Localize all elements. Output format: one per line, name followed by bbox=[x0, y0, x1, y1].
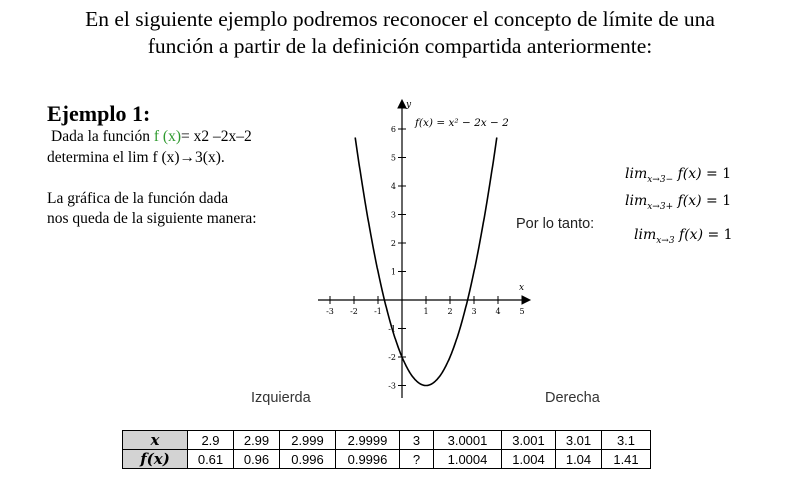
x-row-header: x bbox=[122, 430, 188, 450]
y-tick-label: -2 bbox=[388, 353, 396, 362]
y-axis-arrow bbox=[397, 98, 407, 109]
x-value-cell: 3.0001 bbox=[433, 430, 502, 450]
values-table: x 2.9 2.99 2.999 2.9999 3 3.0001 3.001 3.01 3.1 … bbox=[122, 430, 651, 469]
x-tick-label: 3 bbox=[471, 307, 476, 316]
f-value-cell: 0.9996 bbox=[335, 449, 400, 469]
y-tick-label: -3 bbox=[388, 382, 396, 391]
lim-subscript: x→3− bbox=[647, 174, 674, 185]
two-sided-limit-expression: limx→3 f(x) = 1 bbox=[634, 226, 733, 250]
lim-subscript: x→3+ bbox=[647, 201, 674, 212]
x-tick-label: 4 bbox=[495, 307, 500, 316]
lim-subscript: x→3 bbox=[656, 235, 675, 246]
f-value-cell: 1.41 bbox=[601, 449, 651, 469]
y-axis-label: y bbox=[405, 100, 412, 110]
conclusion-label: Por lo tanto: bbox=[516, 216, 595, 232]
lim-equals: = 1 bbox=[701, 166, 732, 182]
x-axis-label: x bbox=[519, 283, 524, 293]
left-side-label: Izquierda bbox=[251, 390, 311, 406]
x-tick-label: 1 bbox=[423, 307, 428, 316]
function-label: f(x) = x² − 2x − 2 bbox=[414, 117, 509, 129]
lim-function: f(x) bbox=[679, 227, 704, 243]
f-values-row: f(x) 0.61 0.96 0.996 0.9996? 1.0004 1.004 1.04… bbox=[122, 449, 651, 469]
lim-word: lim bbox=[625, 166, 648, 182]
f-value-cell: 0.96 bbox=[233, 449, 280, 469]
x-values-row: x 2.9 2.99 2.999 2.9999 3 3.0001 3.001 3.01 3.1 bbox=[122, 430, 651, 450]
y-tick-label: 3 bbox=[391, 211, 396, 220]
function-graph: -3 -2 -1 1 2 3 4 5654321-1-2-3 f(x) = x² − 2x −… bbox=[318, 98, 532, 398]
lim-equals: = 1 bbox=[703, 227, 733, 243]
x-tick-label: 2 bbox=[447, 307, 452, 316]
x-value-cell: 3.1 bbox=[601, 430, 651, 450]
y-tick-label: 5 bbox=[391, 154, 396, 163]
x-value-cell: 3.01 bbox=[555, 430, 602, 450]
f-value-cell: 1.004 bbox=[501, 449, 556, 469]
lim-function: f(x) bbox=[677, 166, 702, 182]
lim-word: lim bbox=[625, 193, 648, 209]
f-value-cell: 0.996 bbox=[279, 449, 336, 469]
right-limit-expression: limx→3+ f(x) = 1 bbox=[625, 192, 731, 216]
lim-word: lim bbox=[634, 227, 657, 243]
x-value-cell: 2.99 bbox=[233, 430, 280, 450]
x-value-cell: 3 bbox=[399, 430, 434, 450]
y-tick-label: 4 bbox=[391, 182, 396, 191]
lim-function: f(x) bbox=[677, 193, 702, 209]
f-row-header: f(x) bbox=[122, 449, 188, 469]
f-value-cell: ? bbox=[399, 449, 434, 469]
y-tick-label: 6 bbox=[391, 125, 396, 134]
f-value-cell: 1.0004 bbox=[433, 449, 502, 469]
x-value-cell: 3.001 bbox=[501, 430, 556, 450]
x-axis-arrow bbox=[521, 295, 532, 305]
x-tick-label: -1 bbox=[374, 307, 382, 316]
x-tick-label: 5 bbox=[519, 307, 524, 316]
y-tick-label: 1 bbox=[391, 268, 396, 277]
x-tick-label: -3 bbox=[326, 307, 334, 316]
x-tick-label: -2 bbox=[350, 307, 358, 316]
right-side-label: Derecha bbox=[545, 390, 600, 406]
parabola-curve bbox=[354, 137, 498, 387]
f-value-cell: 1.04 bbox=[555, 449, 602, 469]
lim-equals: = 1 bbox=[701, 193, 732, 209]
y-tick-label: 2 bbox=[391, 239, 396, 248]
x-value-cell: 2.999 bbox=[279, 430, 336, 450]
x-value-cell: 2.9999 bbox=[335, 430, 400, 450]
x-value-cell: 2.9 bbox=[187, 430, 234, 450]
f-value-cell: 0.61 bbox=[187, 449, 234, 469]
left-limit-expression: limx→3− f(x) = 1 bbox=[625, 165, 731, 189]
